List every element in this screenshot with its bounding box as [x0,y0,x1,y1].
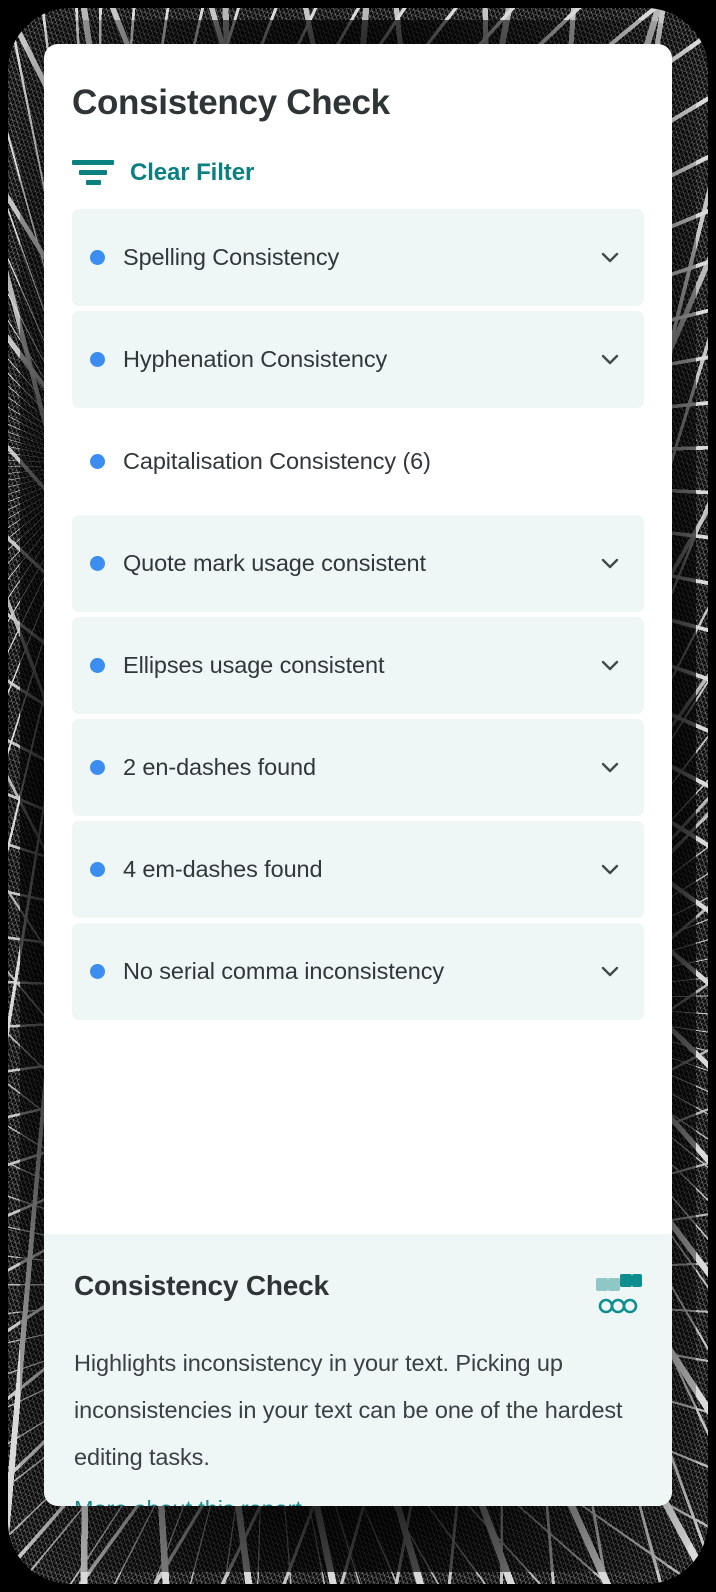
app-screen: Consistency Check Clear Filter Spelling … [44,44,672,1506]
check-item-label: Spelling Consistency [123,243,340,270]
status-dot [90,759,105,775]
quote-glasses-icon [594,1272,642,1316]
status-dot [90,861,105,877]
check-item[interactable]: 2 en-dashes found [72,718,644,816]
check-item[interactable]: Spelling Consistency [72,208,644,306]
chevron-down-icon[interactable] [598,653,622,677]
clear-filter-button[interactable]: Clear Filter [72,159,254,187]
info-panel-title: Consistency Check [74,1270,329,1301]
check-item-label: 4 em-dashes found [123,855,323,882]
status-dot [90,657,105,673]
status-dot [90,453,105,469]
clear-filter-label: Clear Filter [130,158,255,186]
report-header: Consistency Check Clear Filter [44,44,672,187]
filter-icon [72,160,114,185]
page-title: Consistency Check [72,83,390,122]
info-panel: Consistency Check Highlights inconsisten… [44,1234,672,1506]
chevron-down-icon[interactable] [598,755,622,779]
status-dot [90,555,105,571]
chevron-down-icon[interactable] [598,551,622,575]
check-item[interactable]: Hyphenation Consistency [72,310,644,408]
consistency-check-list: Spelling Consistency Hyphenation Consiste… [44,208,672,1235]
more-about-report-link[interactable]: More about this report [74,1496,302,1506]
check-item[interactable]: No serial comma inconsistency [72,922,644,1020]
status-dot [90,963,105,979]
check-item[interactable]: 4 em-dashes found [72,820,644,918]
check-item-label: Hyphenation Consistency [123,345,388,372]
check-item-label: Ellipses usage consistent [123,651,385,678]
check-item[interactable]: Quote mark usage consistent [72,514,644,612]
status-dot [90,249,105,265]
chevron-down-icon[interactable] [598,347,622,371]
chevron-down-icon[interactable] [598,857,622,881]
info-panel-header: Consistency Check [74,1270,642,1316]
info-panel-description: Highlights inconsistency in your text. P… [74,1350,623,1470]
check-item[interactable]: Capitalisation Consistency (6) [72,412,644,510]
check-item-label: 2 en-dashes found [123,753,316,780]
device-frame: Consistency Check Clear Filter Spelling … [0,0,716,1592]
check-item-label: Capitalisation Consistency (6) [123,447,431,474]
check-item[interactable]: Ellipses usage consistent [72,616,644,714]
check-item-label: No serial comma inconsistency [123,957,444,984]
chevron-down-icon[interactable] [598,959,622,983]
chevron-down-icon[interactable] [598,245,622,269]
status-dot [90,351,105,367]
check-item-label: Quote mark usage consistent [123,549,426,576]
